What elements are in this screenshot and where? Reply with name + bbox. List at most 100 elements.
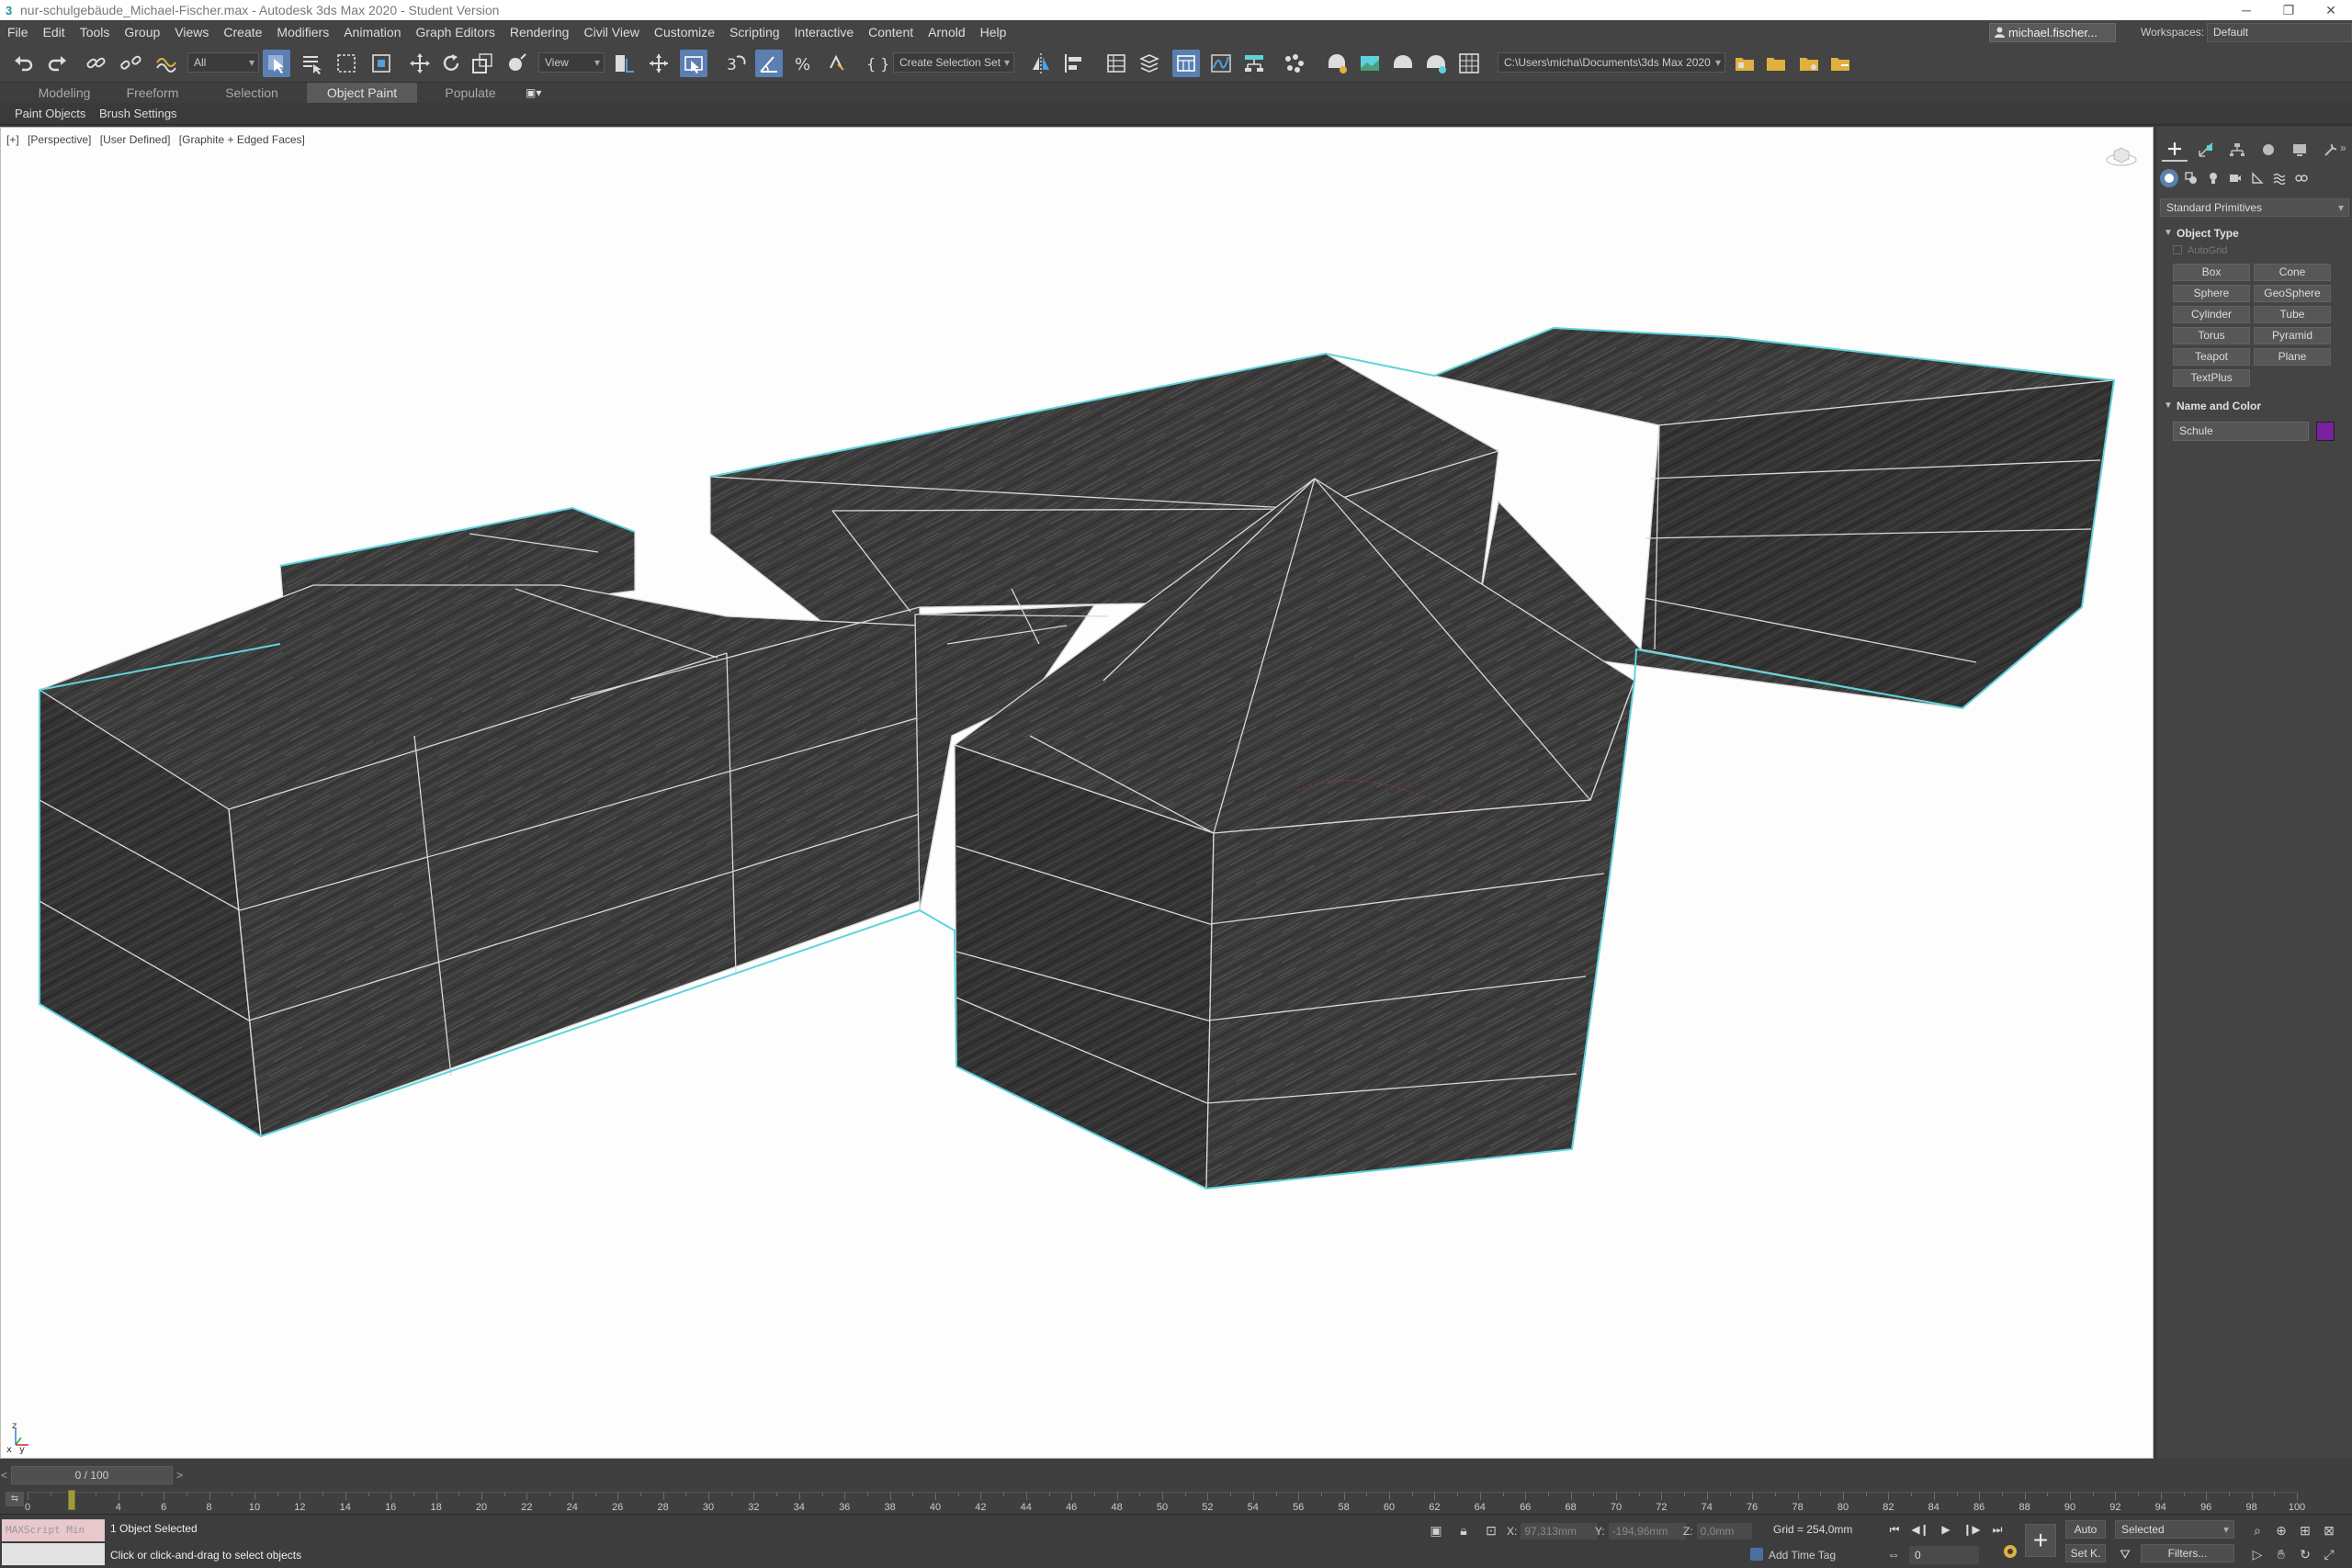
modify-tab-icon[interactable] [2193,138,2219,162]
display-tab-icon[interactable] [2287,138,2312,162]
hierarchy-tab-icon[interactable] [2224,138,2250,162]
next-frame-icon[interactable]: > [176,1467,183,1483]
viewport-point-of-view[interactable]: [Perspective] [28,133,91,146]
viewport-lighting[interactable]: [User Defined] [100,133,171,146]
pan-view-icon[interactable]: ✋︎ [2271,1544,2291,1564]
menu-content[interactable]: Content [861,25,921,39]
tab-selection[interactable]: Selection [213,83,290,103]
go-to-start-icon[interactable]: ⏮ [1883,1519,1905,1540]
rectangular-selection-icon[interactable] [333,50,360,77]
previous-frame-icon[interactable]: < [1,1467,7,1483]
previous-key-icon[interactable]: ◀❙ [1909,1519,1931,1540]
menu-modifiers[interactable]: Modifiers [269,25,336,39]
named-selection-icon[interactable]: { } [862,50,889,77]
geometry-icon[interactable] [2160,169,2178,187]
menu-civil-view[interactable]: Civil View [576,25,646,39]
selection-lock-icon[interactable]: 🔒︎ [1453,1520,1474,1540]
rotate-icon[interactable] [437,50,465,77]
account-button[interactable]: michael.fischer... [1989,23,2116,42]
menu-interactive[interactable]: Interactive [787,25,862,39]
spinner-snap-icon[interactable] [823,50,851,77]
minimize-button[interactable]: ─ [2225,0,2267,20]
cylinder-button[interactable]: Cylinder [2173,306,2250,323]
zoom-extents-all-icon[interactable]: ⊠ [2319,1520,2339,1540]
layer-explorer-icon[interactable] [1136,50,1163,77]
next-key-icon[interactable]: ❙▶ [1961,1519,1983,1540]
curve-editor-icon[interactable] [1207,50,1235,77]
paint-objects-item[interactable]: Paint Objects [15,107,85,120]
key-filter-select[interactable]: Selected [2115,1520,2234,1539]
lights-icon[interactable] [2204,169,2222,187]
go-to-end-icon[interactable]: ⏭ [1986,1519,2008,1540]
expand-panel-icon[interactable]: » [2340,141,2346,154]
menu-create[interactable]: Create [216,25,269,39]
scale-icon[interactable] [469,50,496,77]
tab-populate[interactable]: Populate [432,83,509,103]
render-setup-icon[interactable] [1323,50,1351,77]
y-value[interactable]: -194,96mm [1608,1523,1686,1540]
menu-customize[interactable]: Customize [647,25,722,39]
playhead[interactable] [68,1490,75,1510]
object-type-rollout[interactable]: ▼ Object Type [2156,224,2352,243]
maxscript-listener[interactable]: MAXScript Min [2,1519,105,1541]
plane-button[interactable]: Plane [2254,348,2331,366]
maxscript-input[interactable] [2,1543,105,1565]
select-manipulate-icon[interactable] [645,50,673,77]
snaps-toggle-icon[interactable]: 3 [722,50,750,77]
bind-spacewarp-icon[interactable] [153,50,180,77]
menu-help[interactable]: Help [973,25,1014,39]
box-button[interactable]: Box [2173,264,2250,281]
object-color-swatch[interactable] [2316,422,2335,441]
project-path-select[interactable]: C:\Users\micha\Documents\3ds Max 2020 [1498,52,1725,73]
place-icon[interactable] [503,50,531,77]
render-in-cloud-icon[interactable] [1422,50,1450,77]
menu-animation[interactable]: Animation [336,25,408,39]
toggle-scene-explorer-icon[interactable] [1102,50,1130,77]
auto-key-button[interactable]: Auto [2065,1520,2106,1539]
zoom-all-icon[interactable]: ⊕ [2271,1520,2291,1540]
field-of-view-icon[interactable]: ▷ [2247,1544,2267,1564]
x-value[interactable]: 97,313mm [1521,1523,1599,1540]
absolute-mode-icon[interactable]: ⊡ [1481,1520,1501,1540]
online-autodesk-a360-gallery-icon[interactable] [1455,50,1483,77]
pyramid-button[interactable]: Pyramid [2254,327,2331,344]
menu-tools[interactable]: Tools [73,25,118,39]
primitive-category-select[interactable]: Standard Primitives [2160,198,2349,217]
add-time-tag[interactable]: Add Time Tag [1750,1548,1836,1562]
align-icon[interactable] [1060,50,1088,77]
tube-button[interactable]: Tube [2254,306,2331,323]
set-keys-button[interactable]: + [2025,1524,2056,1557]
menu-views[interactable]: Views [167,25,216,39]
restore-button[interactable]: ❐ [2267,0,2310,20]
open-folder-icon[interactable] [1762,50,1790,77]
time-configuration-icon[interactable] [2001,1542,2019,1561]
pivot-center-icon[interactable] [610,50,638,77]
zoom-icon[interactable]: ⌕ [2247,1520,2267,1540]
folder-export-icon[interactable] [1826,50,1854,77]
undo-icon[interactable] [9,50,37,77]
track-key-icon[interactable]: ⇆ [6,1492,24,1506]
tab-object-paint[interactable]: Object Paint [307,83,417,103]
menu-rendering[interactable]: Rendering [503,25,577,39]
set-key-button[interactable]: Set K. [2065,1544,2106,1562]
cameras-icon[interactable] [2226,169,2245,187]
helpers-icon[interactable] [2248,169,2267,187]
teapot-button[interactable]: Teapot [2173,348,2250,366]
link-icon[interactable] [83,50,110,77]
name-and-color-rollout[interactable]: ▼ Name and Color [2156,397,2352,415]
torus-button[interactable]: Torus [2173,327,2250,344]
mirror-icon[interactable] [1027,50,1055,77]
redo-icon[interactable] [44,50,72,77]
zoom-extents-icon[interactable]: ⊞ [2295,1520,2315,1540]
window-crossing-icon[interactable] [368,50,395,77]
material-editor-icon[interactable] [1281,50,1308,77]
filters-button[interactable]: Filters... [2141,1544,2234,1562]
menu-scripting[interactable]: Scripting [722,25,786,39]
z-value[interactable]: 0,0mm [1696,1523,1752,1540]
ribbon-options-icon[interactable]: ▣▾ [526,86,549,99]
key-filters-icon[interactable]: ⛛ [2115,1544,2135,1564]
current-frame-field[interactable]: 0 [1909,1546,1979,1564]
rendered-frame-window-icon[interactable] [1356,50,1384,77]
select-by-name-icon[interactable] [298,50,325,77]
close-button[interactable]: ✕ [2310,0,2352,20]
